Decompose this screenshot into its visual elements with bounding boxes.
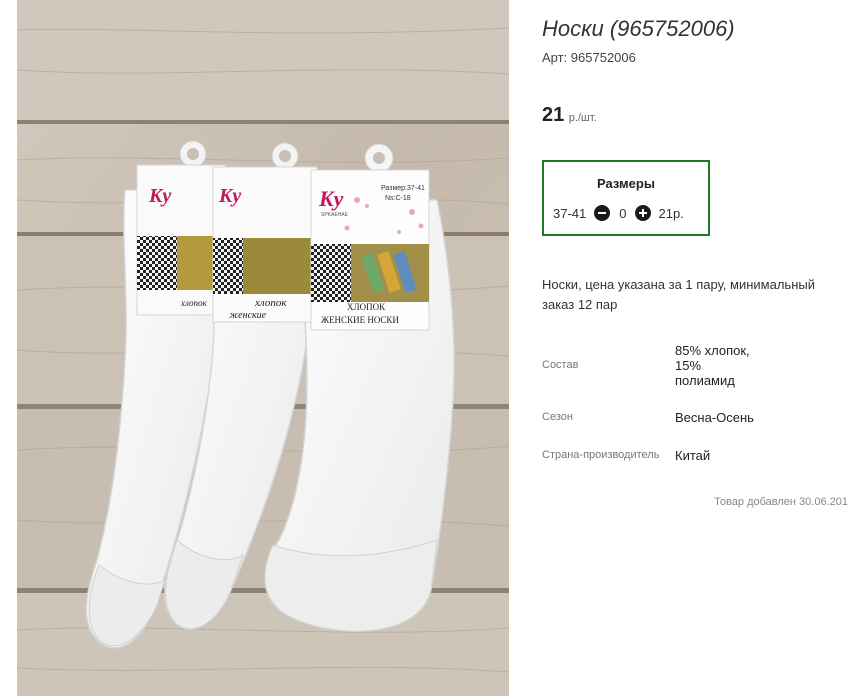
- increment-button[interactable]: [635, 205, 652, 221]
- product-description: Носки, цена указана за 1 пару, минимальн…: [542, 277, 815, 312]
- quantity-value[interactable]: 0: [619, 206, 626, 221]
- property-value: Китай: [675, 447, 711, 463]
- tag2-brand: Ky: [218, 185, 241, 207]
- properties-table: Состав 85% хлопок, 15% полиамид Сезон Ве…: [542, 334, 755, 472]
- property-row: Страна-производитель Китай: [542, 438, 755, 472]
- tag2-label-line2: женские: [229, 310, 267, 321]
- tag3-subbrand: SPKAEHAE: [321, 212, 349, 218]
- property-key: Сезон: [542, 410, 573, 423]
- price-unit: р./шт.: [568, 112, 597, 124]
- tag3-brand: Ky: [318, 186, 344, 211]
- size-row: 37-41 0 21р.: [553, 204, 684, 222]
- tag2-label-line1: хлопок: [254, 297, 287, 309]
- product-price: 21 р./шт.: [542, 104, 597, 127]
- property-value: 85% хлопок, 15% полиамид: [675, 342, 750, 388]
- tag3-label-line2: ЖЕНСКИЕ НОСКИ: [321, 315, 399, 325]
- product-article: Арт: 965752006: [542, 50, 636, 65]
- sizes-panel: Размеры 37-41 0 21р.: [542, 160, 710, 236]
- tag3-model: Ns:C-18: [385, 195, 411, 202]
- product-photo: Ky хлопок Ky хлопок женские Ky SPKAEHAE …: [17, 0, 509, 696]
- tag3-size: Размер:37-41: [381, 185, 425, 192]
- price-value: 21: [542, 104, 565, 126]
- tag3-label-line1: ХЛОПОК: [347, 302, 386, 312]
- property-row: Состав 85% хлопок, 15% полиамид: [542, 334, 755, 396]
- property-row: Сезон Весна-Осень: [542, 396, 755, 438]
- size-label: 37-41: [553, 205, 587, 221]
- property-key: Страна-производитель: [542, 448, 660, 461]
- tag1-brand: Ky: [148, 185, 171, 207]
- size-price: 21р.: [658, 205, 684, 221]
- tag1-label: хлопок: [180, 298, 208, 308]
- decrement-button[interactable]: [594, 205, 611, 221]
- sizes-title: Размеры: [597, 176, 655, 191]
- property-key: Состав: [542, 358, 579, 371]
- minus-icon: [598, 212, 607, 214]
- product-title: Носки (965752006): [542, 16, 735, 41]
- property-value: Весна-Осень: [675, 409, 754, 425]
- added-date: Товар добавлен 30.06.201: [714, 496, 848, 508]
